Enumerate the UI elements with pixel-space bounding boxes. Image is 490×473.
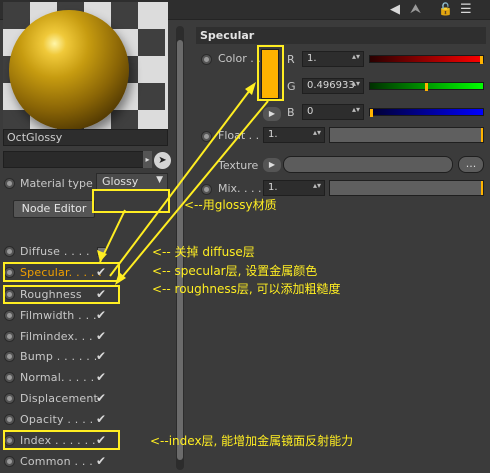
channel-row-opacity[interactable]: Opacity . . . . ✔ (0, 410, 172, 430)
glossy-highlight-box (92, 189, 170, 213)
normal-label: Normal. . . . . (20, 371, 95, 384)
texture-play-icon[interactable]: ▶ (263, 158, 281, 172)
material-preview (3, 2, 168, 142)
normal-radio[interactable] (4, 372, 15, 383)
b-value-field[interactable]: 0 ▴▾ (302, 104, 364, 120)
r-value-field[interactable]: 1. ▴▾ (302, 51, 364, 67)
opacity-checkbox[interactable]: ✔ (96, 412, 106, 426)
b-slider[interactable] (369, 108, 484, 117)
diffuse-checkbox[interactable] (97, 247, 106, 256)
channel-row-filmwidth[interactable]: Filmwidth . . . ✔ (0, 306, 172, 326)
specular-annotation: <-- specular层, 设置金属颜色 (152, 264, 318, 278)
color-texture-play-icon[interactable]: ▶ (263, 107, 281, 121)
pick-cursor-icon[interactable]: ➤ (154, 152, 171, 169)
opacity-label: Opacity . . . . (20, 413, 94, 426)
link-arrow-icon[interactable]: ▸ (143, 151, 152, 168)
channel-row-normal[interactable]: Normal. . . . . ✔ (0, 368, 172, 388)
gold-sphere (9, 10, 129, 130)
mix-radio[interactable] (201, 184, 212, 195)
filmindex-label: Filmindex. . . (20, 330, 93, 343)
channel-row-common[interactable]: Common . . . ✔ (0, 452, 172, 472)
mix-slider[interactable] (329, 180, 484, 196)
opacity-radio[interactable] (4, 414, 15, 425)
common-radio[interactable] (4, 456, 15, 467)
channel-row-diffuse[interactable]: Diffuse . . . . (0, 242, 172, 262)
float-value-field[interactable]: 1. ▴▾ (263, 127, 325, 143)
g-label: G (287, 80, 296, 93)
displacement-radio[interactable] (4, 393, 15, 404)
material-type-value: Glossy (102, 175, 139, 188)
r-slider[interactable] (369, 55, 484, 64)
float-slider[interactable] (329, 127, 484, 143)
filmindex-radio[interactable] (4, 331, 15, 342)
material-name-field[interactable]: OctGlossy (3, 129, 168, 146)
channel-row-bump[interactable]: Bump . . . . . . ✔ (0, 347, 172, 367)
section-title: Specular (196, 27, 486, 44)
filmwidth-label: Filmwidth . . . (20, 309, 97, 322)
mix-label: Mix. . . . (218, 182, 262, 195)
texture-browse-button[interactable]: ... (458, 156, 484, 173)
displacement-checkbox[interactable]: ✔ (96, 391, 106, 405)
filmwidth-checkbox[interactable]: ✔ (96, 308, 106, 322)
common-checkbox[interactable]: ✔ (96, 454, 106, 468)
cursor-icon[interactable]: ⮝ (410, 2, 421, 17)
chevron-down-icon: ▼ (156, 175, 163, 185)
float-radio[interactable] (201, 131, 212, 142)
r-label: R (287, 53, 295, 66)
texture-slot[interactable] (283, 156, 453, 173)
filmwidth-radio[interactable] (4, 310, 15, 321)
channel-row-displacement[interactable]: Displacement ✔ (0, 389, 172, 409)
index-highlight-box (3, 430, 120, 450)
texture-label: Texture (218, 159, 259, 172)
specular-highlight-box (3, 262, 120, 282)
channel-row-filmindex[interactable]: Filmindex. . . ✔ (0, 327, 172, 347)
g-value-field[interactable]: 0.496933 ▴▾ (302, 78, 364, 94)
color-radio[interactable] (201, 54, 212, 65)
g-slider[interactable] (369, 82, 484, 91)
index-annotation: <--index层, 能增加金属镜面反射能力 (150, 434, 354, 448)
lock-icon[interactable]: 🔓 (438, 2, 453, 16)
normal-checkbox[interactable]: ✔ (96, 370, 106, 384)
bump-radio[interactable] (4, 351, 15, 362)
diffuse-radio[interactable] (4, 246, 15, 257)
float-label: Float . . (218, 129, 260, 142)
material-type-label: Material type (20, 177, 93, 190)
mix-value-field[interactable]: 1. ▴▾ (263, 180, 325, 196)
displacement-label: Displacement (20, 392, 99, 405)
common-label: Common . . . (20, 455, 93, 468)
roughness-annotation: <-- roughness层, 可以添加粗糙度 (152, 282, 341, 296)
material-type-radio[interactable] (4, 178, 15, 189)
back-arrow-icon[interactable]: ◀ (390, 2, 400, 17)
roughness-highlight-box (3, 285, 120, 304)
diffuse-label: Diffuse . . . . (20, 245, 90, 258)
menu-icon[interactable]: ☰ (460, 2, 472, 17)
bump-checkbox[interactable]: ✔ (96, 349, 106, 363)
node-editor-button[interactable]: Node Editor (13, 200, 95, 218)
b-label: B (287, 106, 295, 119)
link-field[interactable] (3, 151, 151, 168)
glossy-annotation: <--用glossy材质 (184, 198, 277, 212)
bump-label: Bump . . . . . . (20, 350, 98, 363)
swatch-highlight-box (257, 45, 284, 101)
color-label: Color . . (218, 52, 261, 65)
diffuse-annotation: <-- 关掉 diffuse层 (152, 245, 255, 259)
filmindex-checkbox[interactable]: ✔ (96, 329, 106, 343)
